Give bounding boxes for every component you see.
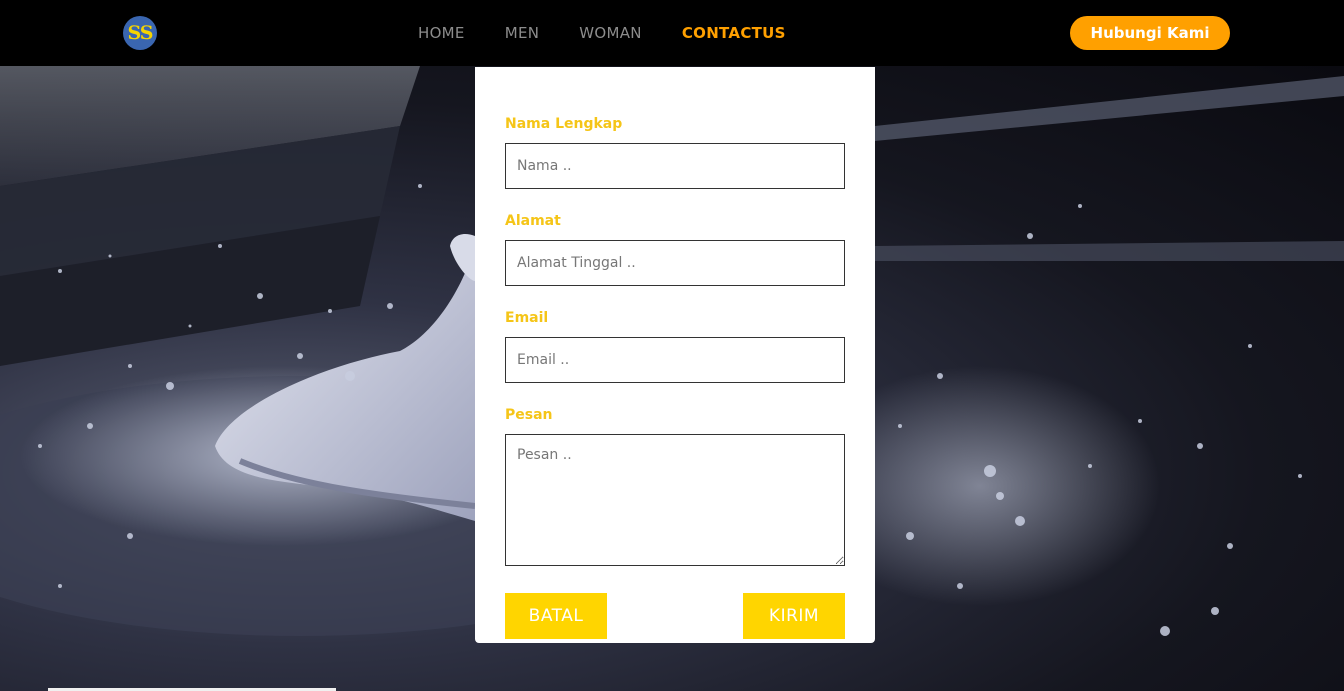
brand-logo-text: SS [127, 22, 153, 44]
nav-item-home[interactable]: HOME [418, 24, 465, 42]
full-name-input[interactable] [505, 143, 845, 189]
brand-logo[interactable]: SS [123, 16, 157, 50]
full-name-label: Nama Lengkap [505, 116, 623, 132]
email-input[interactable] [505, 337, 845, 383]
address-input[interactable] [505, 240, 845, 286]
cancel-button[interactable]: BATAL [505, 593, 607, 639]
nav-item-men[interactable]: MEN [505, 24, 540, 42]
nav-item-woman[interactable]: WOMAN [579, 24, 642, 42]
main-nav: HOME MEN WOMAN CONTACTUS [418, 0, 826, 66]
message-label: Pesan [505, 407, 553, 423]
message-textarea[interactable] [505, 434, 845, 566]
address-label: Alamat [505, 213, 561, 229]
nav-item-contactus[interactable]: CONTACTUS [682, 24, 786, 42]
submit-button[interactable]: KIRIM [743, 593, 845, 639]
contact-form: Nama Lengkap Alamat Email Pesan BATAL KI… [475, 67, 875, 643]
email-label: Email [505, 310, 549, 326]
contact-us-button[interactable]: Hubungi Kami [1070, 16, 1230, 50]
top-navbar: SS HOME MEN WOMAN CONTACTUS Hubungi Kami [0, 0, 1344, 66]
